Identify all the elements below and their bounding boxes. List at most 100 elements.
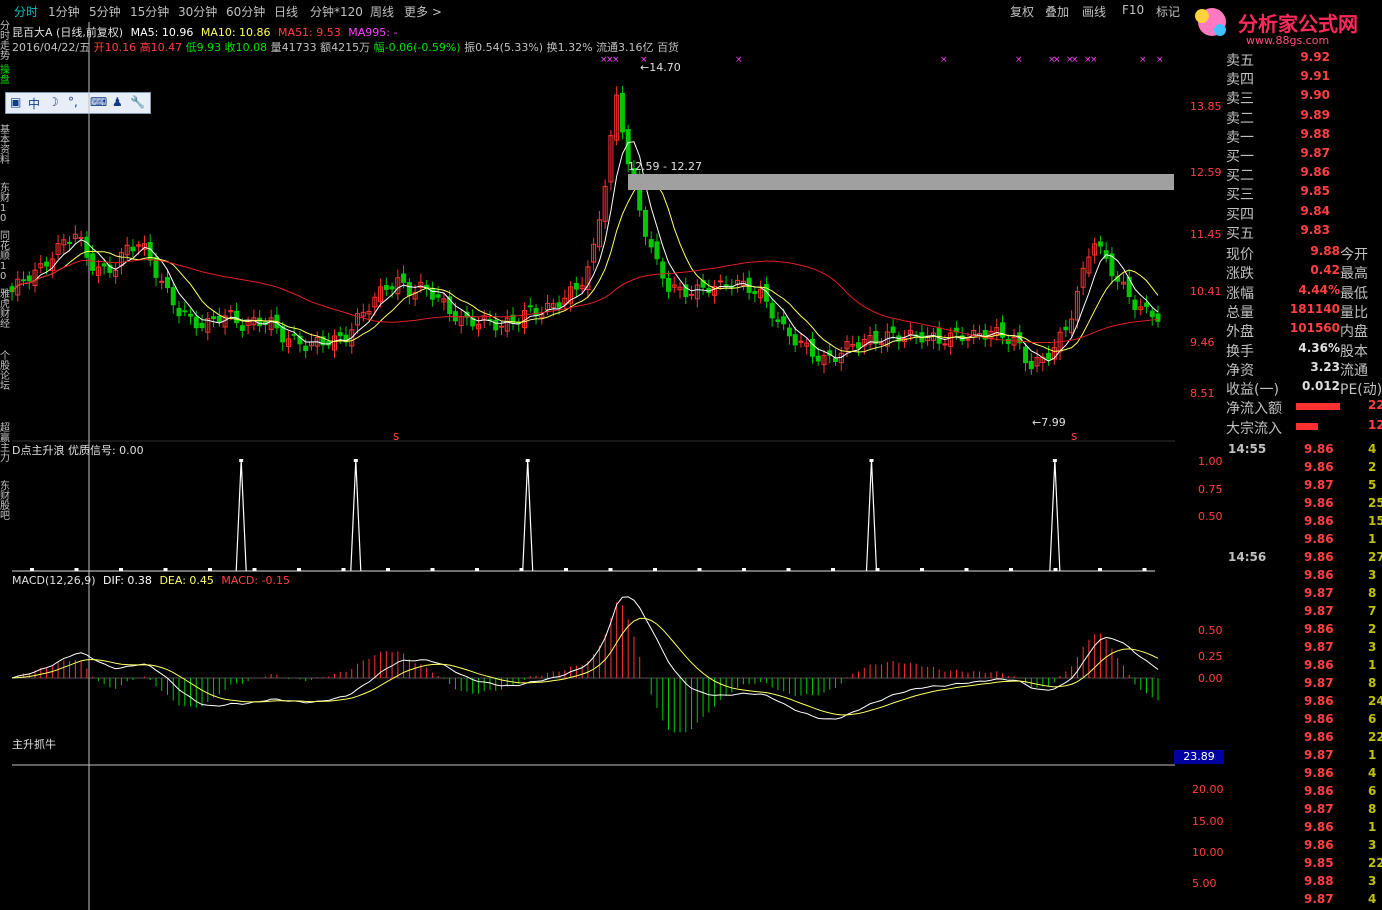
candle-body xyxy=(1126,276,1132,297)
top-marker: × xyxy=(1139,55,1147,65)
order-price: 9.84 xyxy=(1300,203,1330,218)
order-book-row: 买一 9.87 xyxy=(1226,146,1382,165)
price-axis-tick: 13.85 xyxy=(1190,100,1222,113)
candle-body xyxy=(337,332,343,337)
price-axis-tick: 11.45 xyxy=(1190,228,1222,241)
tick-qty: 1 xyxy=(1368,748,1377,762)
candle-body xyxy=(815,355,821,362)
candle-body xyxy=(188,313,194,317)
quote-label: 涨幅 xyxy=(1226,285,1254,302)
signal-dot xyxy=(341,568,346,571)
quote-row: 净流入额 22 xyxy=(1226,398,1382,417)
quote-extra: 最低 xyxy=(1340,285,1368,302)
kline-chart[interactable]: 12.59 - 12.27←14.70←7.99s s××× × × × × ×× ×× ×× ×… xyxy=(0,0,1382,910)
dif-line xyxy=(11,596,1159,720)
tick-price: 9.86 xyxy=(1304,442,1334,456)
order-price: 9.85 xyxy=(1300,184,1330,199)
candle-body xyxy=(216,315,222,323)
macd-axis-tick: 0.00 xyxy=(1198,672,1223,685)
tick-qty: 8 xyxy=(1368,676,1377,690)
quote-value: 181140 xyxy=(1289,301,1340,316)
candle-body xyxy=(303,345,309,352)
candle-body xyxy=(389,286,395,290)
tick-qty: 7 xyxy=(1368,604,1377,618)
candle-body xyxy=(527,305,533,308)
candle-body xyxy=(101,263,107,267)
order-price: 9.92 xyxy=(1300,50,1330,64)
candle-body xyxy=(856,342,862,349)
signal-dot xyxy=(74,568,79,571)
quote-extra: PE(动) xyxy=(1340,382,1382,399)
tick-row: 9.86 24 xyxy=(1226,694,1382,712)
order-price: 9.87 xyxy=(1300,146,1330,160)
box-label: 12.59 - 12.27 xyxy=(628,160,702,173)
tick-row: 9.87 7 xyxy=(1226,604,1382,622)
order-price: 9.88 xyxy=(1300,126,1330,141)
signal-dot xyxy=(831,568,835,571)
tick-qty: 4 xyxy=(1368,766,1377,780)
quote-row: 涨幅 4.44% 最低 xyxy=(1226,283,1382,302)
tick-price: 9.87 xyxy=(1304,478,1334,492)
tick-qty: 2 xyxy=(1368,460,1377,474)
candle-body xyxy=(619,92,625,133)
tick-row: 9.86 6 xyxy=(1226,784,1382,802)
order-label: 卖五 xyxy=(1226,53,1254,69)
tick-row: 9.86 25 xyxy=(1226,496,1382,514)
signal-axis-tick: 1.00 xyxy=(1198,455,1223,468)
tick-row: 14:56 9.86 27 xyxy=(1226,550,1382,568)
tick-qty: 3 xyxy=(1368,874,1377,888)
tick-price: 9.86 xyxy=(1304,658,1334,672)
tick-qty: 15 xyxy=(1368,514,1382,528)
candle-body xyxy=(723,284,729,287)
candle-body xyxy=(78,236,84,239)
quote-value: 3.23 xyxy=(1310,359,1340,374)
quote-value: 0.42 xyxy=(1310,263,1340,278)
tick-price: 9.87 xyxy=(1304,604,1334,618)
tick-row: 9.87 1 xyxy=(1226,748,1382,766)
candle-body xyxy=(717,280,723,283)
signal-dot xyxy=(653,568,657,571)
candle-body xyxy=(683,284,689,298)
signal-spike-cap xyxy=(869,459,874,462)
candle-body xyxy=(193,316,199,329)
order-book-row: 卖三 9.90 xyxy=(1226,88,1382,107)
signal-spike-cap xyxy=(239,459,244,462)
indicator-axis-tick: 20.00 xyxy=(1192,783,1224,796)
quote-row: 现价 9.88 今开 xyxy=(1226,244,1382,263)
quote-row: 总量 181140 量比 xyxy=(1226,302,1382,321)
macd-dif: DIF: 0.38 xyxy=(103,574,152,587)
candle-body xyxy=(556,302,562,308)
candle-body xyxy=(792,334,798,346)
candle-body xyxy=(1097,241,1103,247)
signal-dot xyxy=(163,568,168,571)
tick-price: 9.86 xyxy=(1304,496,1334,510)
candle-body xyxy=(890,326,896,333)
tick-qty: 4 xyxy=(1368,442,1377,456)
top-marker: × xyxy=(1015,55,1023,65)
signal-dot xyxy=(475,568,479,571)
order-label: 买五 xyxy=(1226,225,1254,242)
signal-dot xyxy=(519,568,524,571)
signal-dot xyxy=(920,568,924,571)
flow-value: 22 xyxy=(1368,398,1382,413)
tick-row: 14:55 9.86 4 xyxy=(1226,442,1382,460)
tick-qty: 3 xyxy=(1368,640,1377,654)
tick-row: 9.85 22 xyxy=(1226,856,1382,874)
signal-dot xyxy=(608,568,613,571)
signal-dot xyxy=(1142,568,1147,571)
signal-spike-cap xyxy=(525,459,530,462)
tick-qty: 22 xyxy=(1368,730,1382,744)
signal-dot xyxy=(697,568,702,571)
candle-body xyxy=(642,209,648,237)
indicator-current-value: 23.89 xyxy=(1174,750,1224,764)
tick-price: 9.87 xyxy=(1304,586,1334,600)
tick-price: 9.87 xyxy=(1304,748,1334,762)
quote-value: 9.88 xyxy=(1310,244,1340,258)
quote-label: 换手 xyxy=(1226,343,1254,360)
candle-body xyxy=(90,253,96,271)
order-price: 9.83 xyxy=(1300,222,1330,237)
quote-panel: 卖五 9.92 卖四 9.91 卖三 9.90 卖二 9.89 卖一 9.88 买一 9.87 买二 9.… xyxy=(1226,50,1382,910)
candle-body xyxy=(21,279,27,282)
candle-body xyxy=(660,261,666,279)
price-axis-tick: 12.59 xyxy=(1190,166,1222,179)
